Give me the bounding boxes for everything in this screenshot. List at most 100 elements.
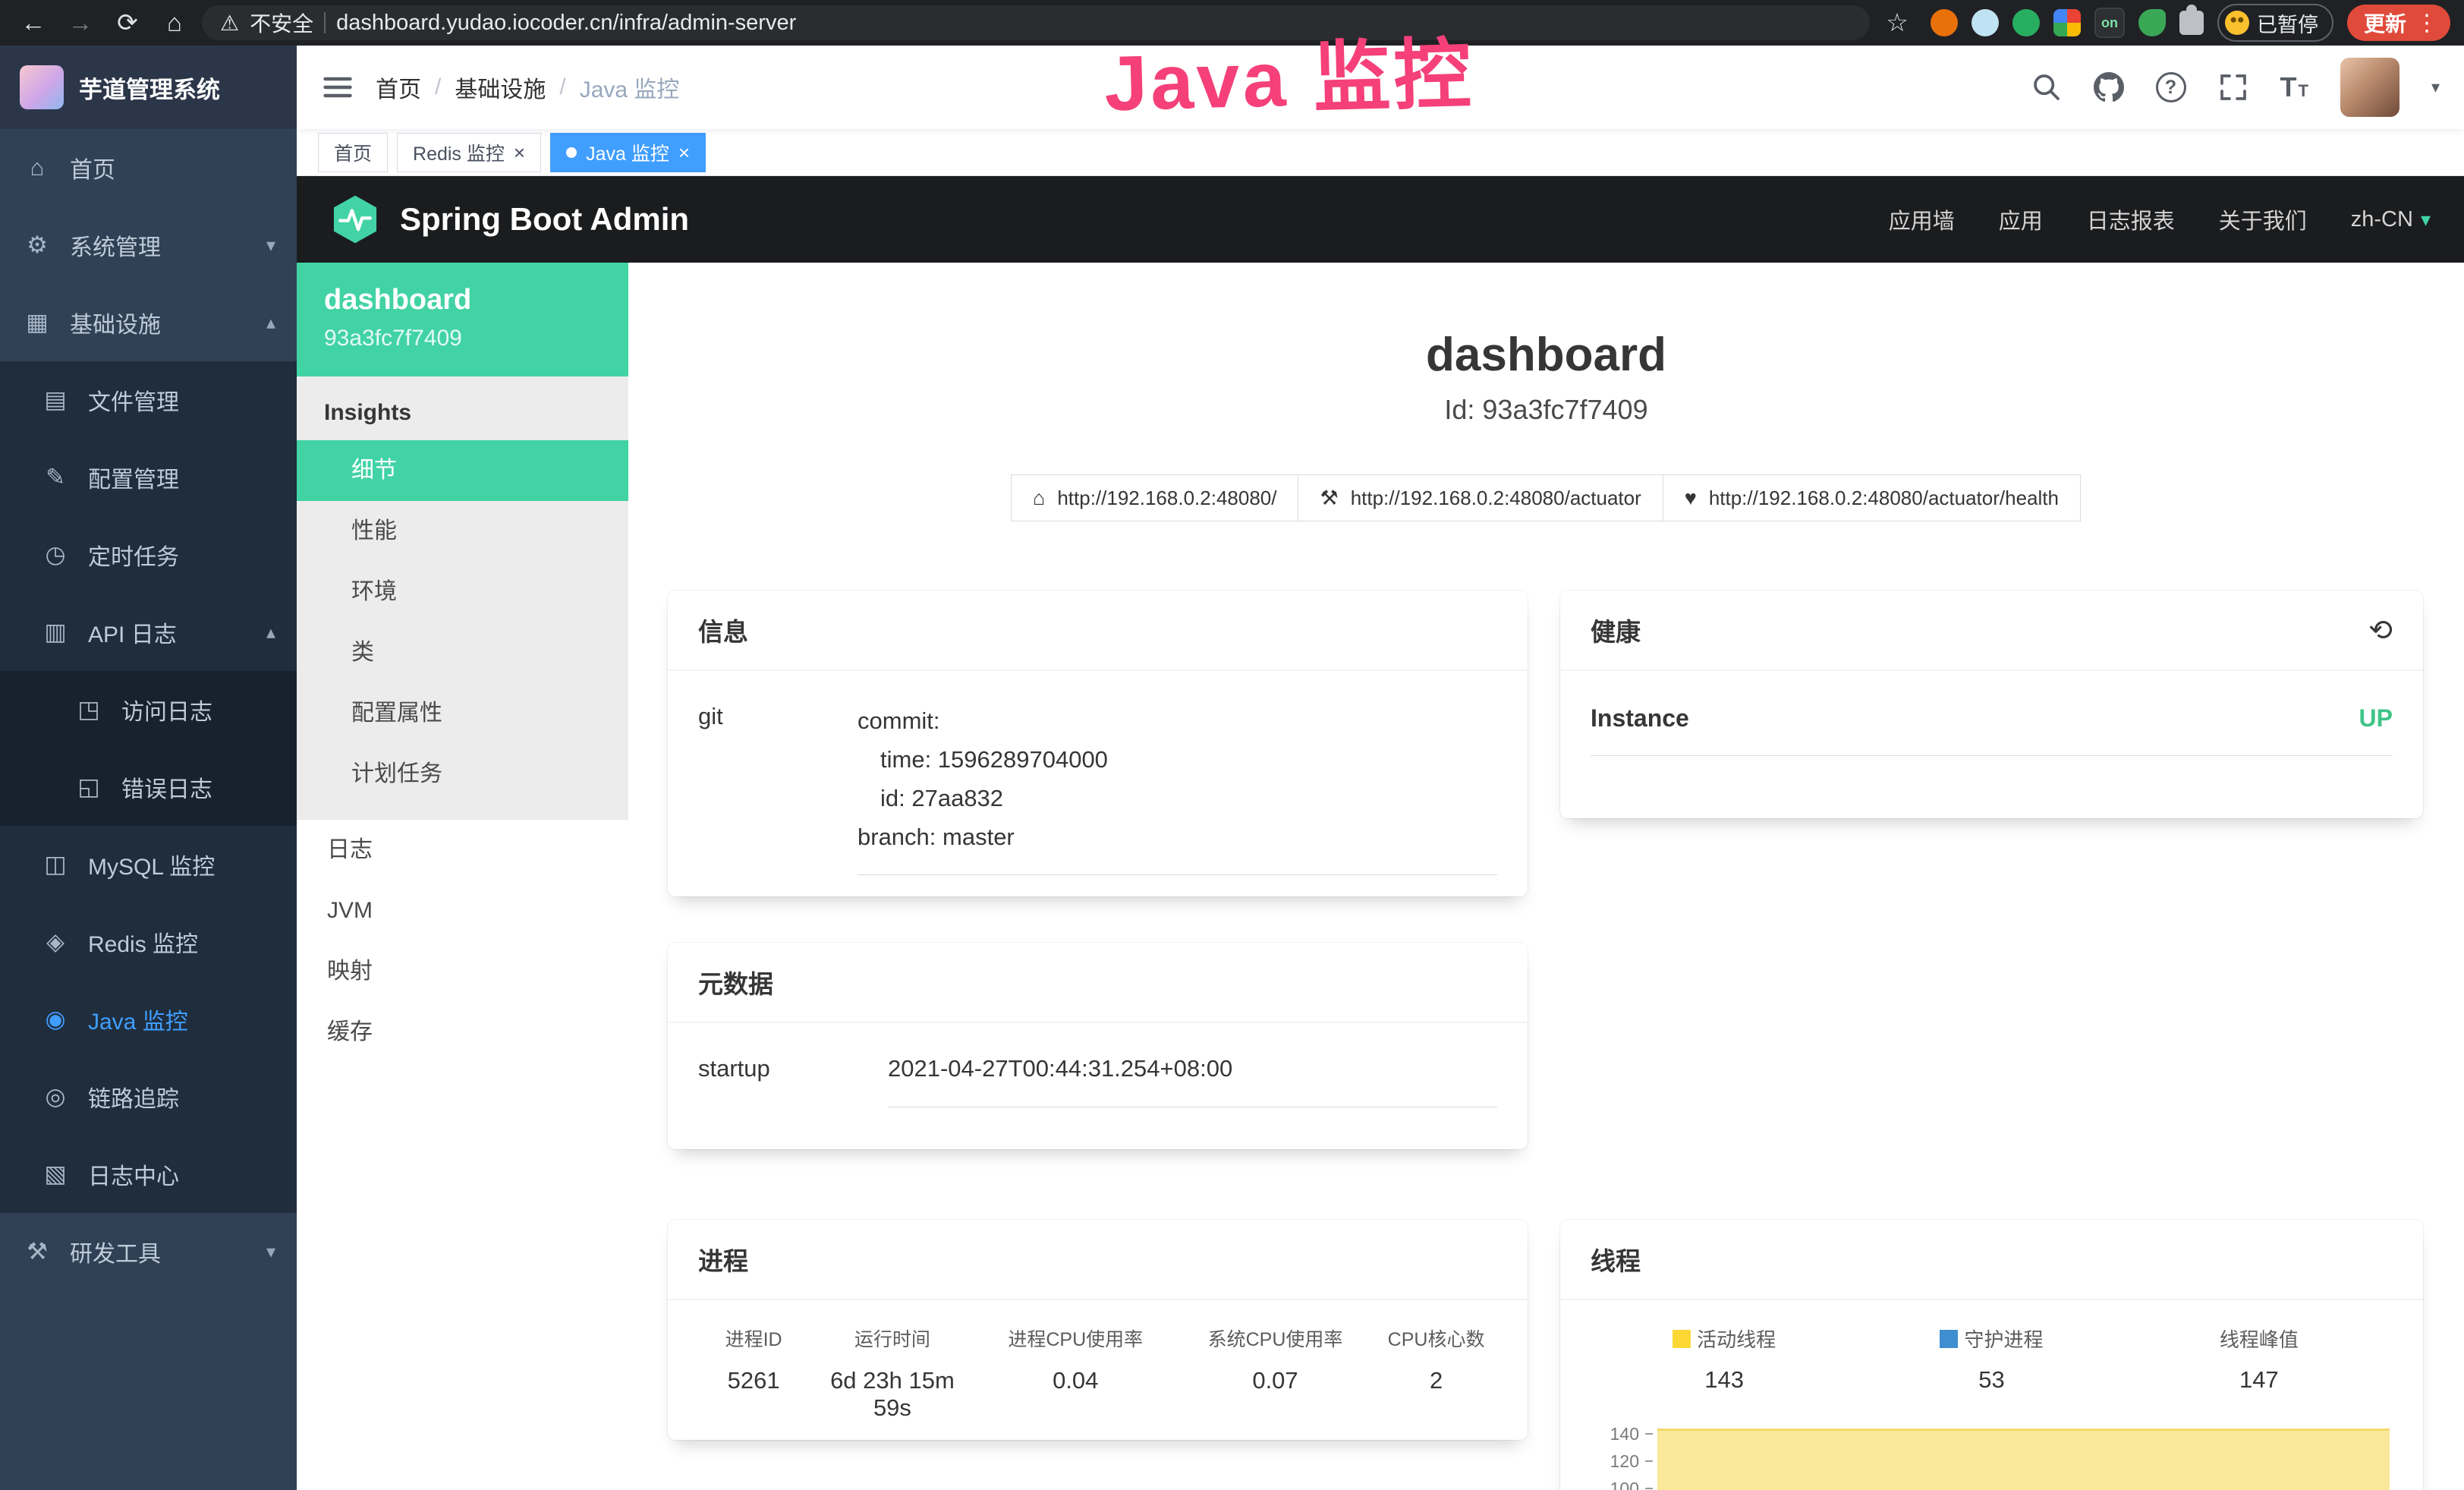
sidebar-item-label: MySQL 监控 — [88, 848, 215, 881]
legend-swatch-daemon-threads — [1940, 1330, 1958, 1348]
navbar-actions: ? T T ▾ — [2031, 58, 2440, 117]
sidebar-item-log-center[interactable]: ▧ 日志中心 — [0, 1136, 297, 1213]
sidebar-item-label: 配置管理 — [88, 461, 179, 494]
paused-label: 已暂停 — [2257, 8, 2318, 38]
update-label: 更新 — [2364, 8, 2406, 38]
bookmark-star-icon[interactable]: ☆ — [1877, 0, 1917, 46]
breadcrumb-home[interactable]: 首页 — [376, 71, 421, 104]
locale-selector[interactable]: zh-CN ▾ — [2351, 207, 2431, 232]
extension-icon-drop[interactable] — [1972, 9, 1999, 36]
sba-nav-wallboard[interactable]: 应用墙 — [1889, 203, 1955, 235]
tab-home[interactable]: 首页 — [318, 133, 388, 172]
sba-item-caches[interactable]: 缓存 — [297, 1002, 628, 1063]
threads-card-title: 线程 — [1560, 1220, 2423, 1300]
extension-icon-grid[interactable] — [2053, 9, 2081, 36]
close-icon[interactable]: × — [678, 143, 690, 162]
security-label[interactable]: 不安全 — [250, 8, 313, 38]
sba-item-classes[interactable]: 类 — [297, 622, 628, 683]
sba-item-mappings[interactable]: 映射 — [297, 941, 628, 1002]
health-url-link[interactable]: ♥ http://192.168.0.2:48080/actuator/heal… — [1663, 474, 2081, 521]
sba-app-header[interactable]: dashboard 93a3fc7f7409 — [297, 263, 628, 376]
sidebar-item-infrastructure[interactable]: ▦ 基础设施 ▴ — [0, 284, 297, 361]
sidebar-item-file-manage[interactable]: ▤ 文件管理 — [0, 361, 297, 439]
actuator-url-link[interactable]: ⚒ http://192.168.0.2:48080/actuator — [1298, 474, 1663, 521]
service-url-link[interactable]: ⌂ http://192.168.0.2:48080/ — [1011, 474, 1298, 521]
access-log-icon: ◳ — [73, 696, 105, 723]
sidebar-item-redis-monitor[interactable]: ◈ Redis 监控 — [0, 903, 297, 981]
y-axis-tick: 120 — [1591, 1451, 2390, 1471]
sba-nav-about[interactable]: 关于我们 — [2219, 203, 2307, 235]
annotation-text: Java 监控 — [1103, 12, 1475, 134]
security-warning-icon[interactable]: ⚠ — [220, 11, 239, 36]
metadata-value: 2021-04-27T00:44:31.254+08:00 — [888, 1054, 1497, 1107]
back-icon[interactable]: ← — [14, 0, 53, 46]
sidebar-item-mysql-monitor[interactable]: ◫ MySQL 监控 — [0, 826, 297, 903]
github-icon[interactable] — [2094, 72, 2124, 102]
sidebar-item-scheduled-job[interactable]: ◷ 定时任务 — [0, 516, 297, 594]
heart-icon: ♥ — [1685, 487, 1697, 510]
redis-icon: ◈ — [39, 928, 71, 956]
browser-home-icon[interactable]: ⌂ — [155, 0, 194, 46]
info-card-title: 信息 — [668, 591, 1528, 671]
git-commit-line: commit: — [858, 701, 1497, 740]
sidebar-item-tracing[interactable]: ◎ 链路追踪 — [0, 1058, 297, 1136]
tab-java-monitor[interactable]: Java 监控 × — [550, 133, 706, 172]
forward-icon[interactable]: → — [61, 0, 100, 46]
sba-nav-applications[interactable]: 应用 — [1999, 203, 2043, 235]
profile-avatar-icon — [2225, 11, 2249, 35]
sidebar-item-java-monitor[interactable]: ◉ Java 监控 — [0, 981, 297, 1058]
search-icon[interactable] — [2031, 72, 2062, 102]
sba-brand-title[interactable]: Spring Boot Admin — [400, 201, 689, 238]
info-value: commit: time: 1596289704000 id: 27aa832 … — [858, 701, 1497, 875]
kebab-menu-icon[interactable]: ⋮ — [2415, 10, 2438, 36]
extension-icon-switch[interactable]: on — [2094, 8, 2125, 38]
fullscreen-icon[interactable] — [2218, 72, 2248, 102]
tab-label: Redis 监控 — [413, 139, 505, 166]
info-card: 信息 git commit: time: 1596289704000 id: 2… — [668, 591, 1528, 896]
chevron-up-icon: ▴ — [266, 312, 275, 334]
app-logo[interactable]: 芋道管理系统 — [0, 46, 297, 129]
sba-nav-journal[interactable]: 日志报表 — [2087, 203, 2175, 235]
sidebar-item-home[interactable]: ⌂ 首页 — [0, 129, 297, 206]
font-size-icon[interactable]: T T — [2280, 74, 2308, 101]
legend-label: 活动线程 — [1697, 1325, 1776, 1353]
threads-legend: 活动线程 143 守护进程 53 线程峰值 — [1591, 1325, 2393, 1394]
link-label: http://192.168.0.2:48080/actuator — [1351, 487, 1641, 510]
sidebar-item-dev-tools[interactable]: ⚒ 研发工具 ▾ — [0, 1213, 297, 1290]
legend-label: 守护进程 — [1964, 1325, 2043, 1353]
avatar-caret-icon[interactable]: ▾ — [2431, 77, 2440, 97]
sba-item-configprops[interactable]: 配置属性 — [297, 683, 628, 744]
legend-value: 147 — [2126, 1366, 2393, 1394]
sidebar-item-access-log[interactable]: ◳ 访问日志 — [0, 671, 297, 748]
sba-item-jvm[interactable]: JVM — [297, 880, 628, 941]
update-button[interactable]: 更新 ⋮ — [2347, 5, 2450, 41]
sba-item-scheduled-tasks[interactable]: 计划任务 — [297, 744, 628, 805]
breadcrumb-infrastructure[interactable]: 基础设施 — [455, 71, 546, 104]
sba-item-environment[interactable]: 环境 — [297, 562, 628, 622]
sidebar-item-label: API 日志 — [88, 616, 177, 649]
url-bar[interactable]: ⚠ 不安全 dashboard.yudao.iocoder.cn/infra/a… — [202, 5, 1870, 40]
user-avatar[interactable] — [2340, 58, 2399, 117]
sba-item-loggers[interactable]: 日志 — [297, 820, 628, 880]
history-icon[interactable]: ⟲ — [2368, 613, 2393, 647]
legend-value: 53 — [1858, 1366, 2125, 1394]
extension-icon-leaf[interactable] — [2138, 9, 2166, 36]
sidebar-item-error-log[interactable]: ◱ 错误日志 — [0, 748, 297, 826]
extension-icon-green[interactable] — [2012, 9, 2040, 36]
sba-item-details[interactable]: 细节 — [297, 440, 628, 501]
sidebar-item-label: 定时任务 — [88, 538, 179, 572]
url-text[interactable]: dashboard.yudao.iocoder.cn/infra/admin-s… — [336, 11, 796, 36]
extension-icon-orange[interactable] — [1931, 9, 1958, 36]
legend-swatch-live-threads — [1673, 1330, 1691, 1348]
reload-icon[interactable]: ⟳ — [108, 0, 147, 46]
tab-redis-monitor[interactable]: Redis 监控 × — [397, 133, 541, 172]
help-icon[interactable]: ? — [2156, 72, 2186, 102]
profile-paused-badge[interactable]: 已暂停 — [2217, 4, 2333, 42]
extensions-puzzle-icon[interactable] — [2179, 11, 2204, 35]
hamburger-icon[interactable] — [321, 71, 354, 104]
sidebar-item-config-manage[interactable]: ✎ 配置管理 — [0, 439, 297, 516]
sidebar-item-system-manage[interactable]: ⚙ 系统管理 ▾ — [0, 206, 297, 284]
close-icon[interactable]: × — [514, 143, 525, 162]
sidebar-item-api-log[interactable]: ▥ API 日志 ▴ — [0, 594, 297, 671]
sba-item-metrics[interactable]: 性能 — [297, 501, 628, 562]
